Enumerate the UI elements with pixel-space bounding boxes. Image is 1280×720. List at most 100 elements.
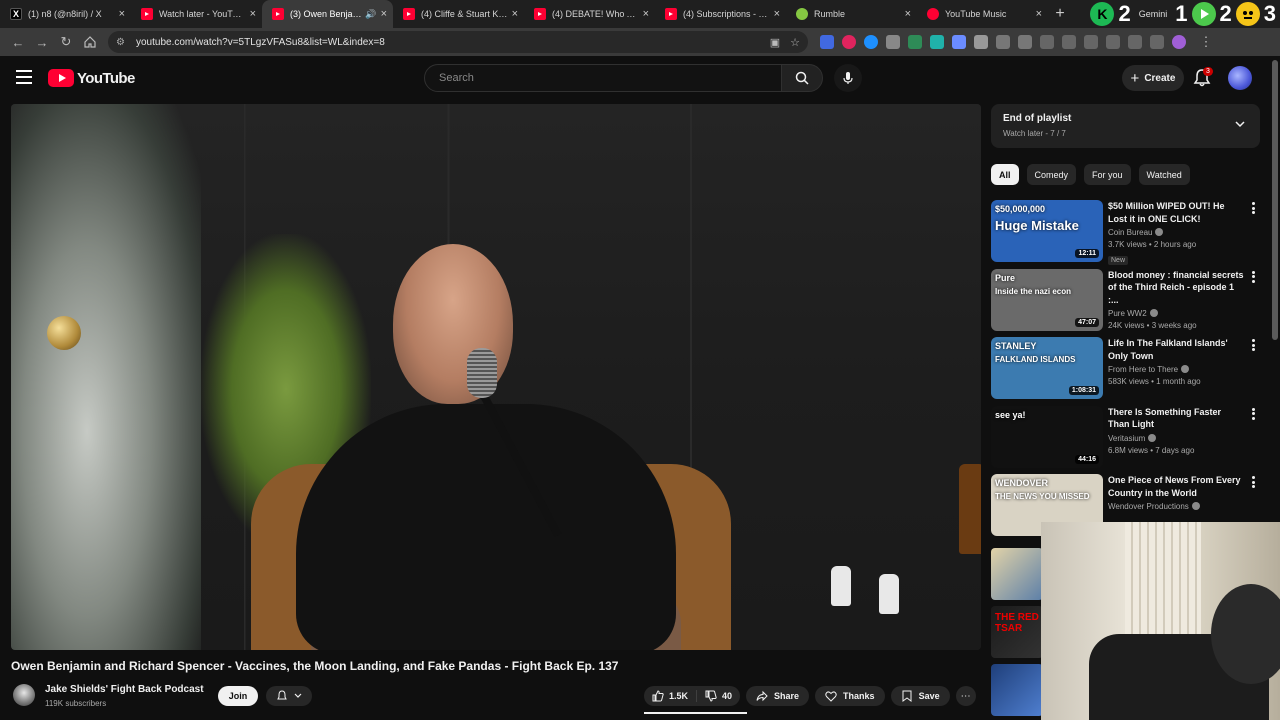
close-tab-icon[interactable]: × — [381, 8, 387, 20]
browser-tab[interactable]: (4) Cliffe & Stuart Knech × — [393, 0, 524, 28]
back-icon[interactable]: ← — [6, 30, 30, 54]
filter-chip-comedy[interactable]: Comedy — [1026, 164, 1077, 185]
more-vertical-icon[interactable] — [1252, 202, 1256, 214]
download-icon[interactable] — [1062, 35, 1076, 49]
more-vertical-icon[interactable] — [1252, 270, 1256, 283]
chevron-down-icon[interactable] — [1234, 118, 1246, 130]
channel-avatar[interactable] — [13, 684, 35, 706]
browser-tab[interactable]: YouTube Music × — [917, 0, 1048, 28]
more-vertical-icon[interactable] — [1252, 407, 1256, 420]
channel-name[interactable]: Veritasium — [1108, 434, 1145, 443]
profile-icon[interactable] — [1172, 35, 1186, 49]
extension-icon[interactable] — [996, 35, 1010, 49]
voice-search-button[interactable] — [834, 64, 862, 92]
more-vertical-icon[interactable] — [1252, 476, 1256, 488]
extension-icon[interactable] — [908, 35, 922, 49]
channel-name[interactable]: Pure WW2 — [1108, 309, 1147, 318]
channel-name[interactable]: Jake Shields' Fight Back Podcast — [45, 684, 204, 695]
dislike-button[interactable]: 40 — [697, 686, 740, 706]
youtube-logo[interactable]: YouTube — [48, 69, 135, 87]
extension-icon[interactable] — [820, 35, 834, 49]
join-button[interactable]: Join — [218, 686, 258, 706]
search-input[interactable]: Search — [424, 64, 782, 92]
bookmark-star-icon[interactable]: ☆ — [790, 36, 800, 49]
video-title[interactable]: $50 Million WIPED OUT! He Lost it in ONE… — [1108, 200, 1244, 225]
filter-chip-watched[interactable]: Watched — [1138, 164, 1190, 185]
thanks-button[interactable]: Thanks — [815, 686, 885, 706]
site-info-icon[interactable]: ⚙ — [116, 37, 130, 48]
gemini-label[interactable]: Gemini — [1139, 9, 1168, 19]
video-thumbnail[interactable]: see ya! 44:16 — [991, 405, 1103, 468]
reading-mode-icon[interactable] — [1150, 35, 1164, 49]
recommended-video[interactable]: $50,000,000 Huge Mistake 12:11 $50 Million … — [991, 200, 1260, 269]
extension-icon[interactable] — [952, 35, 966, 49]
close-tab-icon[interactable]: × — [119, 8, 125, 20]
sidebar-icon[interactable] — [1106, 35, 1120, 49]
home-icon[interactable] — [78, 30, 102, 54]
account-avatar[interactable] — [1228, 66, 1252, 90]
recommended-video[interactable]: STANLEY FALKLAND ISLANDS 1:08:31 Life In Th… — [991, 337, 1260, 406]
browser-tab[interactable]: (4) Subscriptions - YouT × — [655, 0, 786, 28]
create-button[interactable]: + Create — [1122, 65, 1184, 91]
channel-name[interactable]: Wendover Productions — [1108, 502, 1189, 511]
extension-icon[interactable] — [886, 35, 900, 49]
browser-tab[interactable]: (3) Owen Benjamin 🔊 × — [262, 0, 393, 28]
video-title[interactable]: One Piece of News From Every Country in … — [1108, 474, 1244, 499]
browser-tab[interactable]: Rumble × — [786, 0, 917, 28]
extension-icon[interactable] — [842, 35, 856, 49]
close-tab-icon[interactable]: × — [512, 8, 518, 20]
new-tab-button[interactable]: + — [1048, 5, 1072, 23]
like-button[interactable]: 1.5K — [644, 686, 696, 706]
video-thumbnail[interactable]: Pure Inside the nazi econ 47:07 — [991, 268, 1103, 331]
reload-icon[interactable]: ↻ — [54, 30, 78, 54]
thumbnail[interactable] — [991, 664, 1043, 716]
search-button[interactable] — [781, 64, 823, 92]
filter-chip-all[interactable]: All — [991, 164, 1019, 185]
channel-name[interactable]: Coin Bureau — [1108, 228, 1152, 237]
browser-menu-icon[interactable]: ⋮ — [1194, 30, 1218, 54]
thumbnail[interactable]: THE RED TSAR — [991, 606, 1043, 658]
partially-hidden-thumbnails: THE RED TSAR — [991, 548, 1043, 720]
page-scrollbar[interactable] — [1272, 60, 1278, 340]
video-player[interactable] — [11, 104, 981, 650]
history-icon[interactable] — [1040, 35, 1054, 49]
save-button[interactable]: Save — [890, 686, 950, 706]
browser-tab[interactable]: X (1) n8 (@n8iril) / X × — [0, 0, 131, 28]
subscription-notifications-button[interactable] — [266, 686, 312, 706]
playlist-panel[interactable]: End of playlist Watch later - 7 / 7 — [991, 104, 1260, 148]
forward-icon[interactable]: → — [30, 30, 54, 54]
speaker-icon[interactable]: 🔊 — [365, 9, 376, 20]
extension-icon[interactable] — [974, 35, 988, 49]
url-bar[interactable]: ⚙ youtube.com/watch?v=5TLgzVFASu8&list=W… — [108, 31, 808, 53]
extension-icon[interactable] — [864, 35, 878, 49]
share-button[interactable]: Share — [746, 686, 810, 706]
video-title[interactable]: Life In The Falkland Islands' Only Town — [1108, 337, 1244, 362]
video-thumbnail[interactable]: STANLEY FALKLAND ISLANDS 1:08:31 — [991, 337, 1103, 399]
close-tab-icon[interactable]: × — [774, 8, 780, 20]
recommended-video[interactable]: see ya! 44:16 There Is Something Faster Th… — [991, 405, 1260, 475]
close-tab-icon[interactable]: × — [1036, 8, 1042, 20]
video-title[interactable]: Blood money : financial secrets of the T… — [1108, 269, 1244, 307]
close-tab-icon[interactable]: × — [250, 8, 256, 20]
browser-tab[interactable]: Watch later - YouTube × — [131, 0, 262, 28]
video-title[interactable]: There Is Something Faster Than Light — [1108, 406, 1244, 431]
thumbnail[interactable] — [991, 548, 1043, 600]
more-actions-button[interactable]: ⋯ — [955, 686, 976, 706]
filter-chip-for-you[interactable]: For you — [1084, 164, 1131, 185]
browser-tab[interactable]: (4) DEBATE! Who Are th × — [524, 0, 655, 28]
menu-icon[interactable] — [16, 70, 32, 84]
puzzle-extensions-icon[interactable] — [1018, 35, 1032, 49]
k-extension-icon[interactable]: K — [1090, 2, 1115, 26]
install-app-icon[interactable]: ▣ — [770, 36, 780, 49]
video-thumbnail[interactable]: $50,000,000 Huge Mistake 12:11 — [991, 200, 1103, 262]
recommended-video[interactable]: Pure Inside the nazi econ 47:07 Blood money… — [991, 268, 1260, 338]
close-tab-icon[interactable]: × — [905, 8, 911, 20]
more-vertical-icon[interactable] — [1252, 339, 1256, 351]
close-tab-icon[interactable]: × — [643, 8, 649, 20]
channel-name[interactable]: From Here to There — [1108, 365, 1178, 374]
play-extension-icon[interactable] — [1191, 2, 1216, 26]
face-extension-icon[interactable] — [1235, 2, 1260, 26]
cast-icon[interactable] — [1128, 35, 1142, 49]
devtools-icon[interactable] — [1084, 35, 1098, 49]
extension-icon[interactable] — [930, 35, 944, 49]
